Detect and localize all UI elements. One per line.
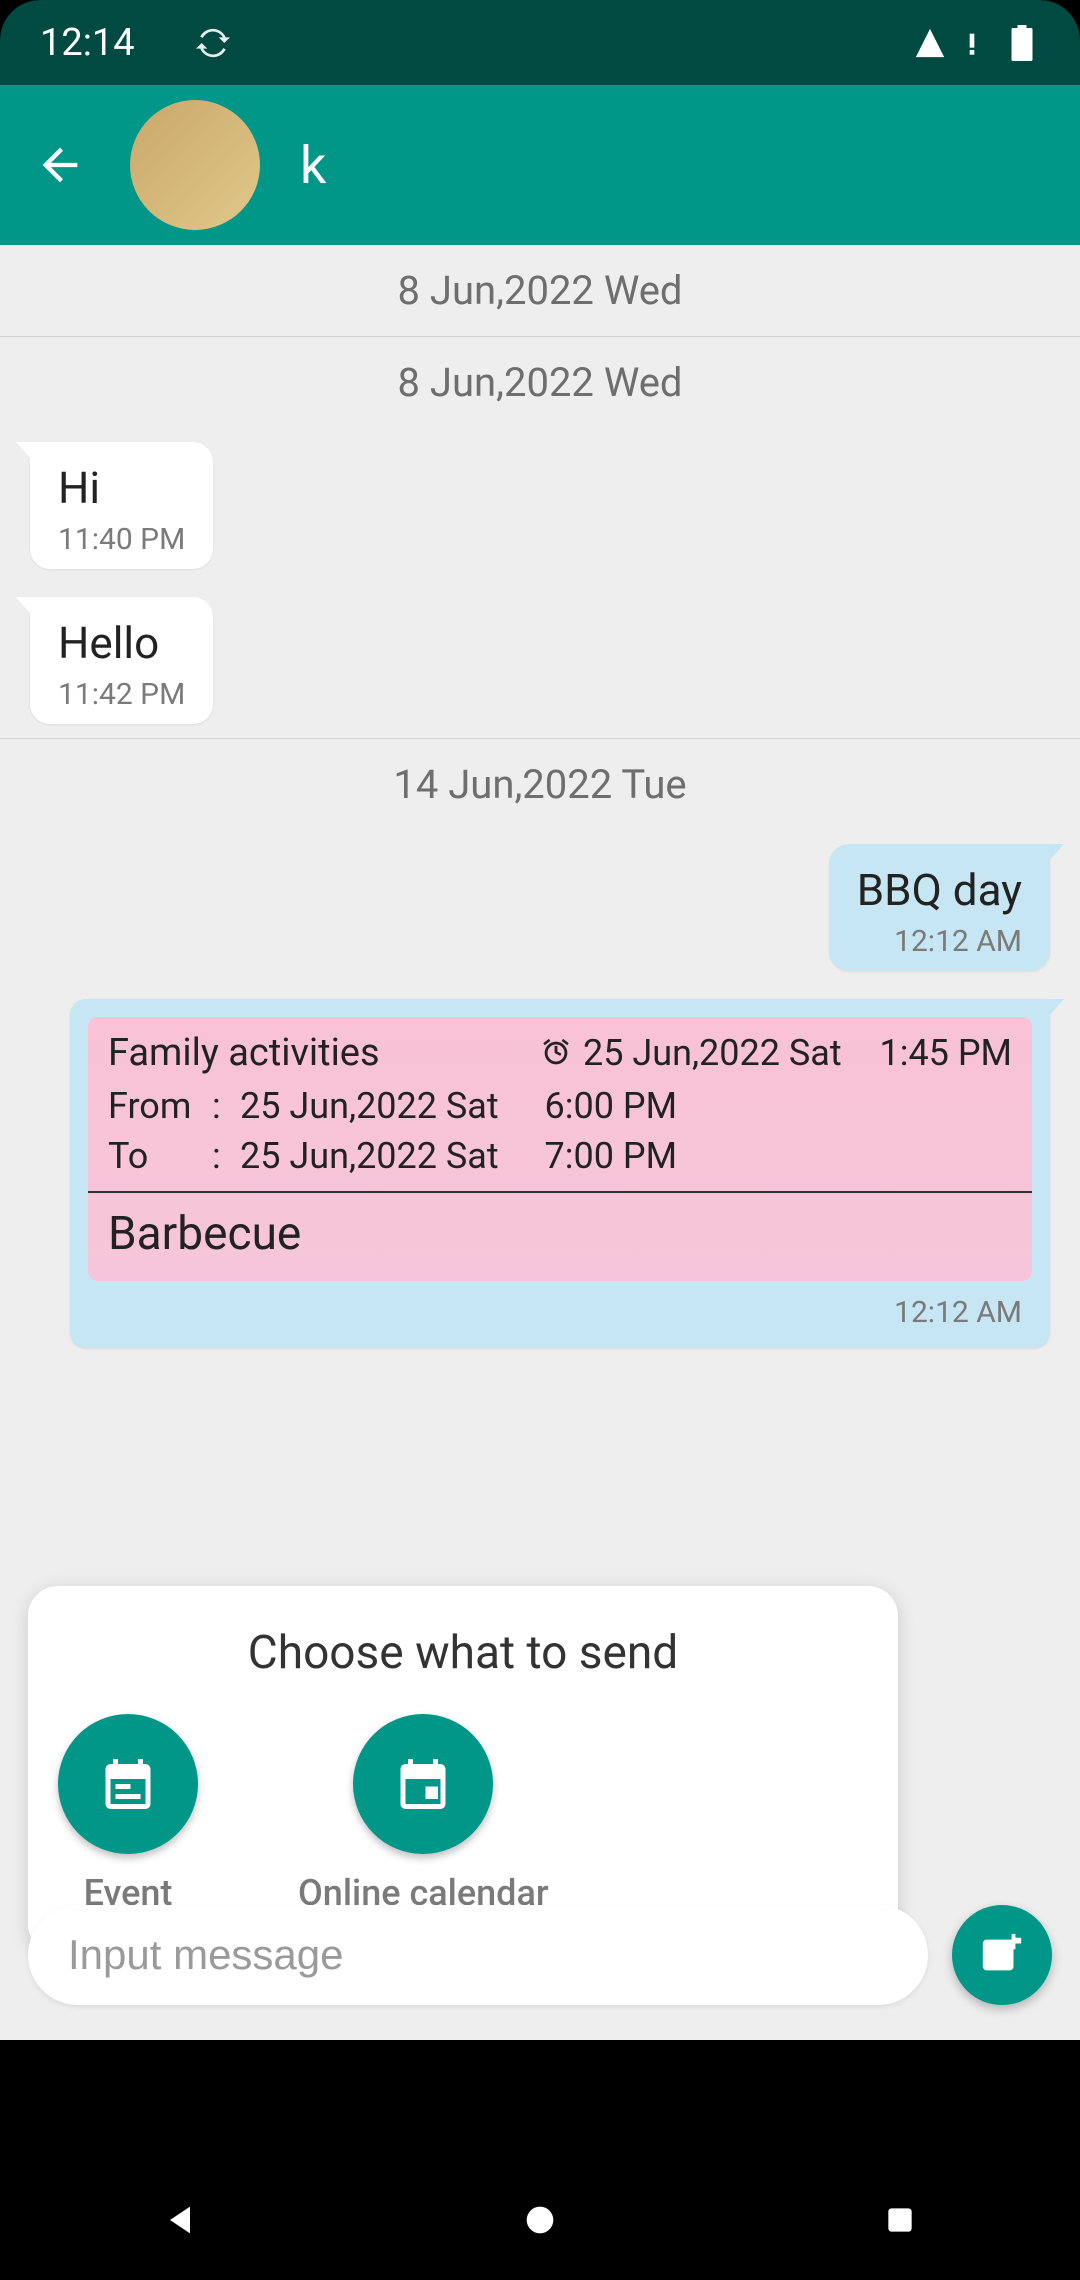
message-time: 11:40 PM [58,522,185,557]
event-alarm: 25 Jun,2022 Sat 1:45 PM [539,1032,1012,1074]
battery-icon [1004,25,1040,61]
message-row: Family activities 25 Jun,2022 Sat 1:45 P… [0,985,1080,1362]
message-time: 12:12 AM [857,924,1022,959]
event-from-date: 25 Jun,2022 Sat [240,1085,499,1127]
message-bubble-sent[interactable]: BBQ day 12:12 AM [829,844,1050,971]
nav-recents-button[interactable] [870,2190,930,2250]
event-name: Barbecue [88,1193,1032,1281]
message-row: Hi 11:40 PM [0,428,1080,583]
date-divider: 14 Jun,2022 Tue [0,738,1080,830]
event-to-time: 7:00 PM [545,1135,678,1177]
popup-title: Choose what to send [58,1626,868,1680]
message-time: 12:12 AM [88,1295,1032,1330]
event-alarm-date: 25 Jun,2022 Sat [583,1032,842,1074]
nav-back-button[interactable] [150,2190,210,2250]
message-text: Hello [58,617,185,669]
signal-exclaim-icon [954,25,990,61]
nav-home-button[interactable] [510,2190,570,2250]
event-from-label: From [108,1085,198,1127]
event-from-time: 6:00 PM [545,1085,678,1127]
message-time: 11:42 PM [58,677,185,712]
back-button[interactable] [30,135,90,195]
send-event-option[interactable]: Event [58,1714,198,1914]
signal-icon [912,25,948,61]
event-to-date: 25 Jun,2022 Sat [240,1135,499,1177]
android-navbar [0,2160,1080,2280]
message-bubble-received[interactable]: Hi 11:40 PM [30,442,213,569]
avatar[interactable] [130,100,260,230]
event-category: Family activities [108,1031,380,1075]
event-alarm-time: 1:45 PM [880,1032,1013,1074]
composer-row [28,1900,1052,2010]
alarm-icon [539,1036,573,1070]
message-row: Hello 11:42 PM [0,583,1080,738]
date-divider: 8 Jun,2022 Wed [0,245,1080,336]
event-icon [58,1714,198,1854]
choose-send-popup: Choose what to send Event Online calenda… [28,1586,898,1954]
message-row: BBQ day 12:12 AM [0,830,1080,985]
colon: : [212,1085,226,1127]
event-to-label: To [108,1135,198,1177]
message-bubble-received[interactable]: Hello 11:42 PM [30,597,213,724]
colon: : [212,1135,226,1177]
message-text: BBQ day [857,864,1022,916]
event-card[interactable]: Family activities 25 Jun,2022 Sat 1:45 P… [88,1017,1032,1281]
date-divider: 8 Jun,2022 Wed [0,336,1080,428]
status-bar: 12:14 [0,0,1080,85]
message-input[interactable] [28,1905,928,2005]
sync-icon [195,25,231,61]
message-text: Hi [58,462,185,514]
status-time: 12:14 [40,21,135,65]
send-online-calendar-option[interactable]: Online calendar [298,1714,549,1914]
chat-name[interactable]: k [300,135,326,196]
event-bubble-sent[interactable]: Family activities 25 Jun,2022 Sat 1:45 P… [70,999,1050,1348]
calendar-icon [353,1714,493,1854]
attach-button[interactable] [952,1905,1052,2005]
chat-header: k [0,85,1080,245]
